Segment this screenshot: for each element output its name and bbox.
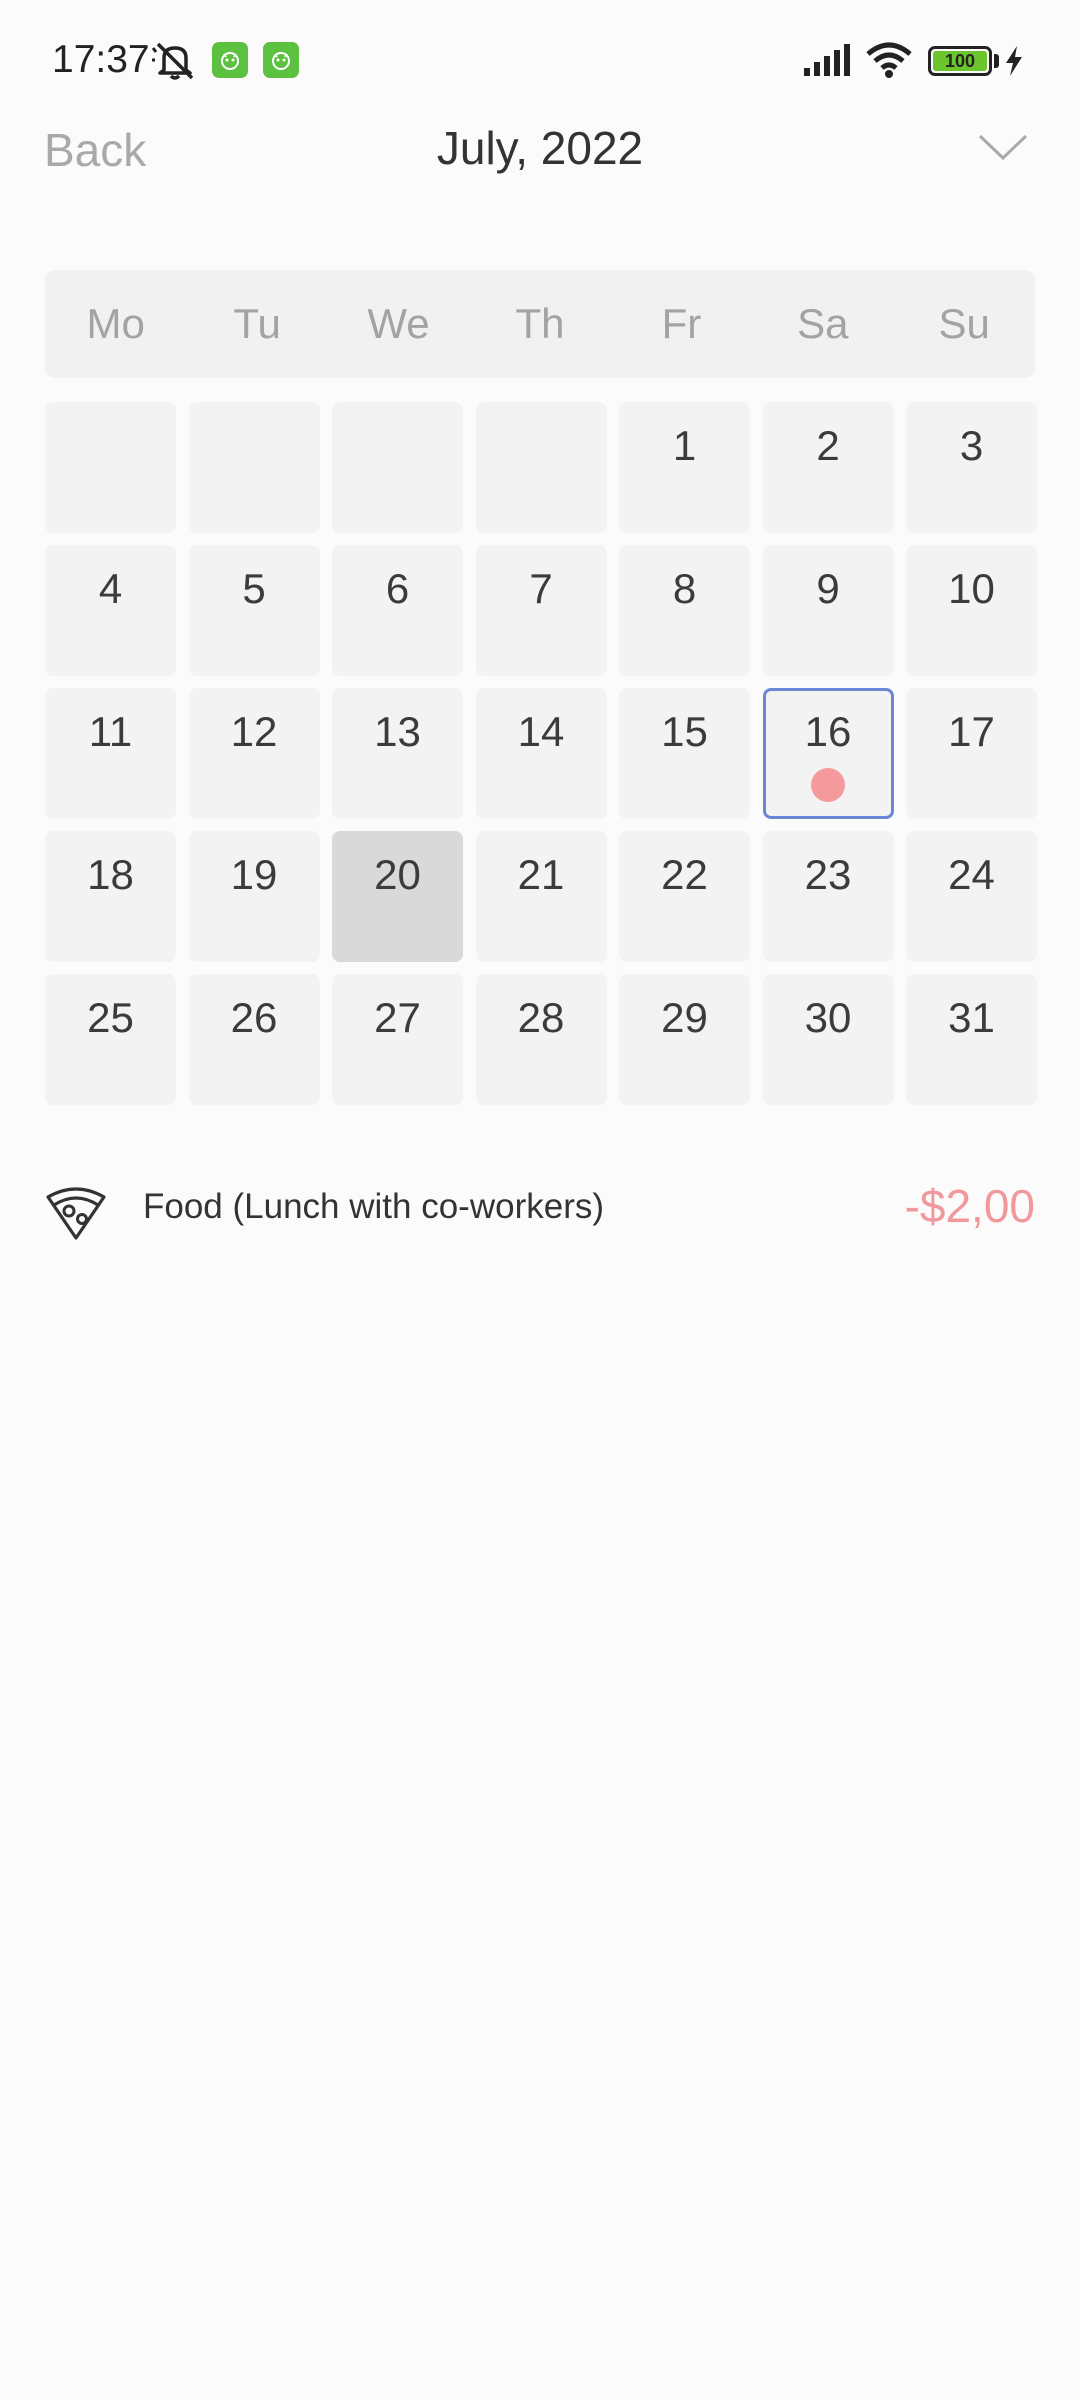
day-cell-25[interactable]: 25	[45, 974, 176, 1105]
day-number: 22	[661, 851, 708, 898]
weekday-label: Mo	[86, 300, 145, 347]
app-badge-icon	[212, 42, 248, 78]
day-cell-27[interactable]: 27	[332, 974, 463, 1105]
calendar-screen: 17:37 100 Back July, 2022 Mo Tu We Th Fr…	[0, 0, 1080, 2400]
app-badge-icon	[263, 42, 299, 78]
day-cell-20[interactable]: 20	[332, 831, 463, 962]
day-cell-4[interactable]: 4	[45, 545, 176, 676]
day-number: 5	[242, 565, 266, 612]
day-number: 7	[529, 565, 553, 612]
day-number: 8	[672, 565, 697, 612]
day-number: 4	[98, 565, 123, 612]
day-cell-22[interactable]: 22	[619, 831, 750, 962]
day-number: 27	[374, 994, 421, 1041]
day-cell-3[interactable]: 3	[906, 402, 1037, 533]
battery-tip	[994, 54, 999, 68]
day-cell-15[interactable]: 15	[619, 688, 750, 819]
day-number: 9	[816, 565, 840, 612]
day-number: 17	[948, 708, 995, 755]
day-number: 12	[230, 708, 278, 755]
weekday-label: Fr	[661, 300, 702, 347]
pizza-icon	[46, 1187, 106, 1240]
weekday-label: Su	[938, 300, 990, 347]
day-cell-23[interactable]: 23	[762, 831, 894, 962]
day-number: 21	[517, 851, 565, 898]
transaction-row[interactable]: Food (Lunch with co-workers) -$2,00	[45, 1175, 1035, 1245]
day-cell-7[interactable]: 7	[475, 545, 607, 676]
event-dot	[811, 768, 845, 802]
day-cell-empty	[45, 402, 176, 533]
day-number: 26	[230, 994, 278, 1041]
calendar-grid: 1 2 3 4 5 6 7 8 9 10 11 12 13 14 15 16 17 18 19 20 21 22 23 24 2…	[45, 402, 1037, 1105]
status-time: 17:37	[52, 38, 150, 81]
day-number: 31	[948, 994, 995, 1041]
day-number: 25	[87, 994, 134, 1041]
day-cell-30[interactable]: 30	[762, 974, 894, 1105]
day-cell-10[interactable]: 10	[906, 545, 1037, 676]
battery-icon: 100	[928, 46, 992, 76]
day-number: 18	[87, 851, 134, 898]
day-cell-16[interactable]: 16	[762, 688, 894, 819]
charging-bolt-icon	[1006, 46, 1022, 76]
day-number: 10	[948, 565, 995, 612]
day-number: 11	[88, 708, 133, 755]
day-cell-21[interactable]: 21	[475, 831, 607, 962]
day-cell-9[interactable]: 9	[762, 545, 894, 676]
day-cell-17[interactable]: 17	[906, 688, 1037, 819]
chevron-down-icon[interactable]	[976, 126, 1030, 168]
weekday-label: Sa	[797, 300, 849, 347]
day-cell-31[interactable]: 31	[906, 974, 1037, 1105]
battery-level: 100	[933, 51, 987, 71]
day-cell-2[interactable]: 2	[762, 402, 894, 533]
month-title: July, 2022	[436, 122, 644, 174]
day-cell-13[interactable]: 13	[332, 688, 463, 819]
day-number: 2	[816, 422, 840, 469]
weekday-label: We	[367, 300, 430, 347]
day-number: 16	[804, 708, 852, 755]
weekday-label: Th	[515, 300, 565, 347]
day-number: 6	[385, 565, 410, 612]
day-cell-12[interactable]: 12	[188, 688, 320, 819]
day-cell-empty	[332, 402, 463, 533]
wifi-icon	[866, 42, 912, 78]
day-number: 19	[230, 851, 278, 898]
day-cell-1[interactable]: 1	[619, 402, 750, 533]
day-number: 20	[374, 851, 421, 898]
day-cell-8[interactable]: 8	[619, 545, 750, 676]
day-cell-5[interactable]: 5	[188, 545, 320, 676]
day-cell-11[interactable]: 11	[45, 688, 176, 819]
day-number: 15	[661, 708, 708, 755]
day-number: 23	[804, 851, 852, 898]
day-number: 3	[959, 422, 984, 469]
transaction-label: Food (Lunch with co-workers)	[143, 1187, 604, 1226]
day-number: 28	[517, 994, 565, 1041]
weekday-label: Tu	[233, 300, 281, 347]
signal-icon	[804, 44, 850, 76]
day-number: 14	[517, 708, 565, 755]
day-cell-empty	[188, 402, 320, 533]
transaction-amount: -$2,00	[904, 1180, 1035, 1232]
weekday-header: Mo Tu We Th Fr Sa Su	[45, 270, 1035, 378]
day-cell-29[interactable]: 29	[619, 974, 750, 1105]
status-bar: 17:37 100	[0, 0, 1080, 120]
day-cell-empty	[475, 402, 607, 533]
day-number: 24	[948, 851, 995, 898]
day-number: 30	[804, 994, 852, 1041]
day-cell-18[interactable]: 18	[45, 831, 176, 962]
day-cell-6[interactable]: 6	[332, 545, 463, 676]
day-cell-14[interactable]: 14	[475, 688, 607, 819]
day-number: 1	[672, 422, 697, 469]
day-number: 29	[661, 994, 708, 1041]
day-number: 13	[374, 708, 421, 755]
mute-icon	[152, 42, 194, 80]
day-cell-28[interactable]: 28	[475, 974, 607, 1105]
day-cell-24[interactable]: 24	[906, 831, 1037, 962]
day-cell-26[interactable]: 26	[188, 974, 320, 1105]
day-cell-19[interactable]: 19	[188, 831, 320, 962]
